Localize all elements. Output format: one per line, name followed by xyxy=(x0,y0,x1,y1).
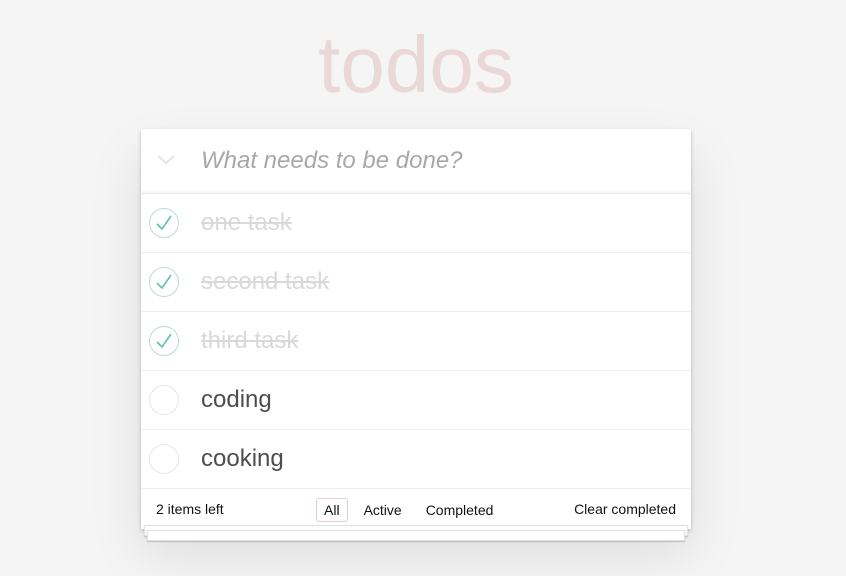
todo-label[interactable]: third task xyxy=(201,326,298,356)
todo-checkbox[interactable] xyxy=(149,208,179,238)
card-stack-shadow xyxy=(147,530,685,541)
todo-item[interactable]: cooking xyxy=(141,430,691,489)
checkmark-icon xyxy=(156,333,172,349)
filter-completed[interactable]: Completed xyxy=(418,498,502,522)
items-left-count: 2 items left xyxy=(156,501,224,517)
todo-item[interactable]: one task xyxy=(141,194,691,253)
todo-checkbox[interactable] xyxy=(149,267,179,297)
new-todo-input[interactable] xyxy=(201,141,671,181)
filter-active[interactable]: Active xyxy=(356,498,410,522)
chevron-down-icon xyxy=(157,155,175,165)
checkmark-icon xyxy=(156,274,172,290)
todo-footer: 2 items left All Active Completed Clear … xyxy=(141,489,691,529)
filter-tabs: All Active Completed xyxy=(316,498,501,522)
todo-list: one task second task third task coding c… xyxy=(141,194,691,489)
filter-all[interactable]: All xyxy=(316,498,348,522)
todo-item[interactable]: second task xyxy=(141,253,691,312)
todo-checkbox[interactable] xyxy=(149,444,179,474)
todo-label[interactable]: second task xyxy=(201,267,329,297)
todo-label[interactable]: cooking xyxy=(201,444,284,474)
todo-checkbox[interactable] xyxy=(149,326,179,356)
todo-card: one task second task third task xyxy=(141,129,691,529)
clear-completed-button[interactable]: Clear completed xyxy=(574,501,676,517)
todo-label[interactable]: coding xyxy=(201,385,272,415)
checkmark-icon xyxy=(156,215,172,231)
todo-checkbox[interactable] xyxy=(149,385,179,415)
todo-item[interactable]: third task xyxy=(141,312,691,371)
toggle-all-button[interactable] xyxy=(153,147,179,173)
app-title: todos xyxy=(318,20,514,109)
new-todo-row xyxy=(141,129,691,194)
todo-item[interactable]: coding xyxy=(141,371,691,430)
todo-label[interactable]: one task xyxy=(201,208,292,238)
